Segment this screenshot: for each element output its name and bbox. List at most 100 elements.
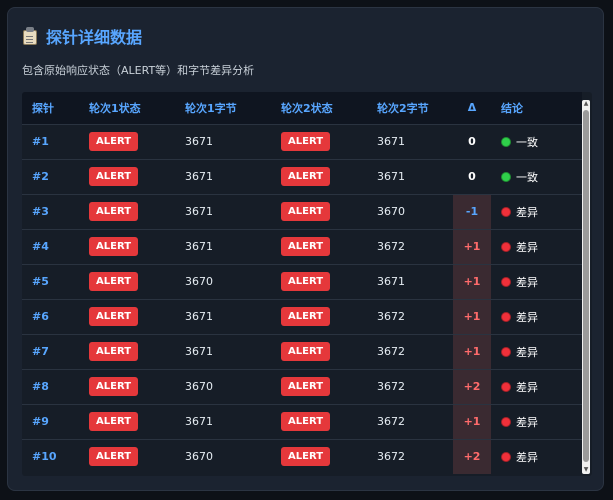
round2-bytes: 3672: [367, 333, 453, 369]
verdict-cell: 差异: [491, 228, 582, 264]
round2-status-cell: ALERT: [271, 333, 367, 369]
status-dot-icon: [501, 206, 511, 217]
verdict-label: 差异: [516, 415, 538, 429]
probe-table: 探针 轮次1状态 轮次1字节 轮次2状态 轮次2字节 Δ 结论 #1 ALERT 3…: [22, 92, 582, 474]
probe-id: #3: [22, 193, 79, 229]
col-header-round1-bytes[interactable]: 轮次1字节: [175, 92, 271, 124]
status-dot-icon: [501, 311, 511, 322]
probe-id: #7: [22, 333, 79, 369]
round1-status-cell: ALERT: [79, 263, 175, 299]
table-row[interactable]: #2 ALERT 3671 ALERT 3671 0 一致: [22, 158, 582, 194]
round1-status-cell: ALERT: [79, 123, 175, 159]
verdict-label: 差异: [516, 310, 538, 324]
alert-badge: ALERT: [281, 167, 331, 186]
round2-bytes: 3672: [367, 403, 453, 439]
round1-bytes: 3670: [175, 368, 271, 404]
verdict-label: 差异: [516, 345, 538, 359]
round2-status-cell: ALERT: [271, 263, 367, 299]
round1-bytes: 3671: [175, 333, 271, 369]
verdict-cell: 差异: [491, 403, 582, 439]
round1-bytes: 3671: [175, 193, 271, 229]
col-header-verdict[interactable]: 结论: [491, 92, 582, 124]
alert-badge: ALERT: [281, 132, 331, 151]
probe-table-container[interactable]: 探针 轮次1状态 轮次1字节 轮次2状态 轮次2字节 Δ 结论 #1 ALERT 3…: [22, 92, 592, 476]
round2-status-cell: ALERT: [271, 193, 367, 229]
alert-badge: ALERT: [281, 237, 331, 256]
round1-bytes: 3670: [175, 438, 271, 474]
scroll-down-arrow-icon[interactable]: ▼: [582, 466, 590, 474]
round1-status-cell: ALERT: [79, 333, 175, 369]
table-row[interactable]: #4 ALERT 3671 ALERT 3672 +1 差异: [22, 228, 582, 264]
verdict-label: 差异: [516, 205, 538, 219]
verdict-label: 差异: [516, 240, 538, 254]
probe-id: #1: [22, 123, 79, 159]
alert-badge: ALERT: [89, 307, 139, 326]
verdict-cell: 差异: [491, 438, 582, 474]
verdict-label: 差异: [516, 380, 538, 394]
verdict-label: 差异: [516, 275, 538, 289]
round2-status-cell: ALERT: [271, 403, 367, 439]
table-row[interactable]: #6 ALERT 3671 ALERT 3672 +1 差异: [22, 298, 582, 334]
alert-badge: ALERT: [89, 412, 139, 431]
table-scrollbar[interactable]: ▲ ▼: [582, 100, 590, 474]
delta-value: 0: [453, 158, 491, 194]
alert-badge: ALERT: [281, 272, 331, 291]
scroll-up-arrow-icon[interactable]: ▲: [582, 100, 590, 108]
round1-bytes: 3671: [175, 403, 271, 439]
alert-badge: ALERT: [89, 447, 139, 466]
delta-value: +2: [453, 438, 491, 474]
alert-badge: ALERT: [89, 342, 139, 361]
probe-id: #10: [22, 438, 79, 474]
probe-details-panel: 探针详细数据 包含原始响应状态（ALERT等）和字节差异分析 探针 轮次1状态 …: [7, 7, 604, 491]
delta-value: +1: [453, 263, 491, 299]
round1-status-cell: ALERT: [79, 438, 175, 474]
verdict-cell: 差异: [491, 368, 582, 404]
round1-status-cell: ALERT: [79, 368, 175, 404]
panel-title: 探针详细数据: [46, 28, 143, 47]
delta-value: +1: [453, 228, 491, 264]
round1-bytes: 3671: [175, 123, 271, 159]
verdict-cell: 差异: [491, 193, 582, 229]
round1-status-cell: ALERT: [79, 298, 175, 334]
col-header-round2-bytes[interactable]: 轮次2字节: [367, 92, 453, 124]
status-dot-icon: [501, 171, 511, 182]
round2-bytes: 3672: [367, 298, 453, 334]
status-dot-icon: [501, 346, 511, 357]
alert-badge: ALERT: [89, 167, 139, 186]
col-header-round1-status[interactable]: 轮次1状态: [79, 92, 175, 124]
delta-value: +1: [453, 333, 491, 369]
round2-status-cell: ALERT: [271, 368, 367, 404]
table-row[interactable]: #7 ALERT 3671 ALERT 3672 +1 差异: [22, 333, 582, 369]
table-row[interactable]: #3 ALERT 3671 ALERT 3670 -1 差异: [22, 193, 582, 229]
delta-value: +1: [453, 298, 491, 334]
col-header-round2-status[interactable]: 轮次2状态: [271, 92, 367, 124]
verdict-cell: 一致: [491, 158, 582, 194]
verdict-label: 一致: [516, 135, 538, 149]
table-row[interactable]: #9 ALERT 3671 ALERT 3672 +1 差异: [22, 403, 582, 439]
round2-bytes: 3670: [367, 193, 453, 229]
verdict-label: 差异: [516, 450, 538, 464]
alert-badge: ALERT: [281, 342, 331, 361]
verdict-cell: 差异: [491, 298, 582, 334]
col-header-probe[interactable]: 探针: [22, 92, 79, 124]
probe-id: #9: [22, 403, 79, 439]
round1-bytes: 3670: [175, 263, 271, 299]
status-dot-icon: [501, 416, 511, 427]
status-dot-icon: [501, 451, 511, 462]
probe-id: #6: [22, 298, 79, 334]
round2-status-cell: ALERT: [271, 298, 367, 334]
table-row[interactable]: #5 ALERT 3670 ALERT 3671 +1 差异: [22, 263, 582, 299]
round1-status-cell: ALERT: [79, 193, 175, 229]
round2-bytes: 3671: [367, 263, 453, 299]
table-row[interactable]: #1 ALERT 3671 ALERT 3671 0 一致: [22, 123, 582, 159]
table-row[interactable]: #8 ALERT 3670 ALERT 3672 +2 差异: [22, 368, 582, 404]
col-header-delta[interactable]: Δ: [453, 92, 491, 124]
alert-badge: ALERT: [281, 307, 331, 326]
round2-status-cell: ALERT: [271, 123, 367, 159]
scrollbar-thumb[interactable]: [583, 110, 589, 462]
round1-bytes: 3671: [175, 158, 271, 194]
panel-subtitle: 包含原始响应状态（ALERT等）和字节差异分析: [22, 64, 255, 77]
table-row[interactable]: #10 ALERT 3670 ALERT 3672 +2 差异: [22, 438, 582, 474]
delta-value: +2: [453, 368, 491, 404]
alert-badge: ALERT: [89, 377, 139, 396]
